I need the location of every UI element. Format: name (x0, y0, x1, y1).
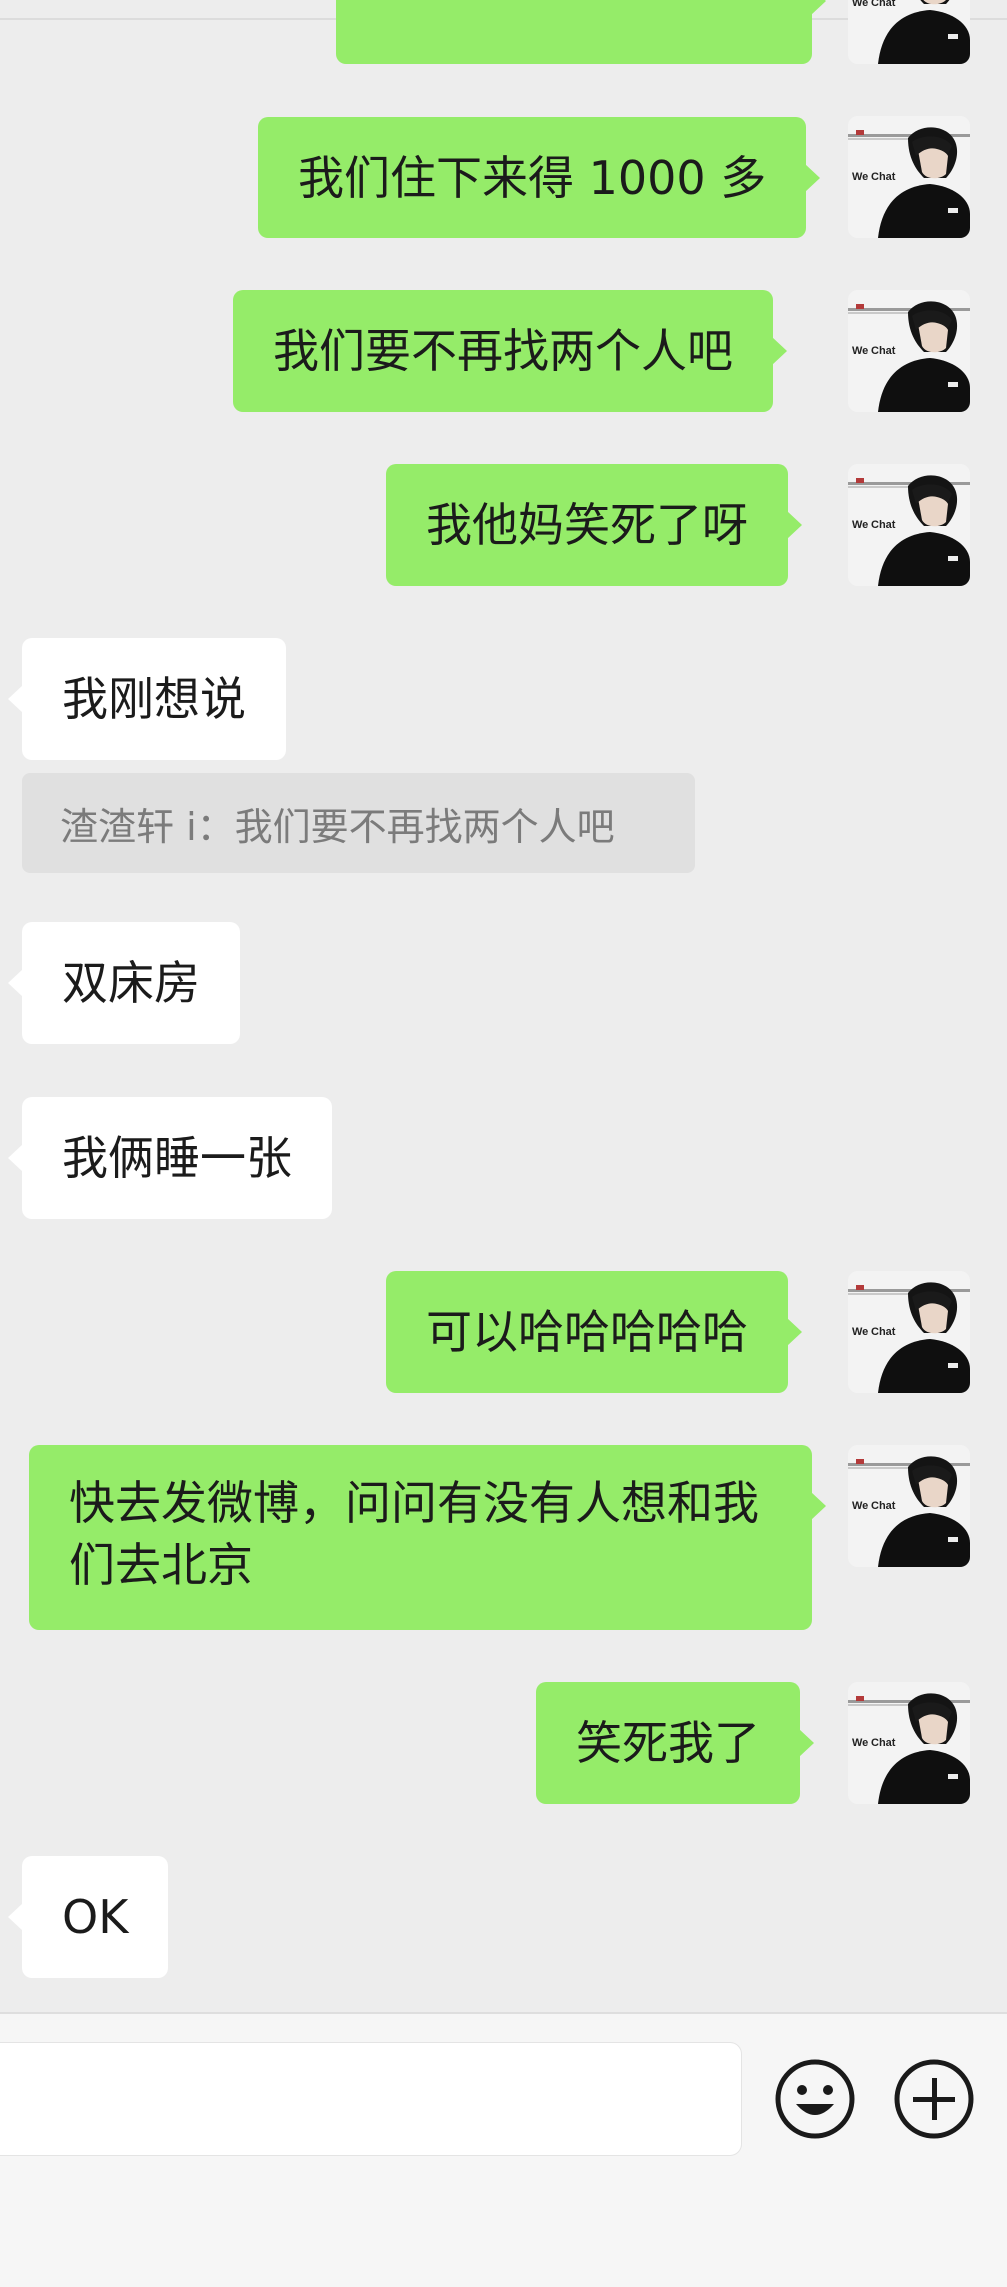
message-bubble[interactable]: 我俩睡一张 (8, 1097, 332, 1219)
message-bubble[interactable]: 我们住下来得 1000 多 (258, 117, 821, 238)
message-bubble[interactable]: 我刚想说 (8, 638, 286, 760)
chat-area[interactable]: 我们住下来得 1000 多 我们要不再找两个人吧 我他妈笑死了呀 我刚想说 渣渣… (0, 0, 1007, 2012)
message-bubble[interactable]: 我们要不再找两个人吧 (233, 290, 787, 412)
message-text: 双床房 (62, 956, 200, 1010)
message-text: 可以哈哈哈哈哈 (426, 1305, 748, 1359)
message-text: 我刚想说 (62, 672, 246, 726)
emoji-icon[interactable] (774, 2058, 856, 2140)
message-text: 快去发微博，问问有没有人想和我们去北京 (69, 1476, 759, 1592)
message-bubble-partial[interactable] (336, 0, 826, 64)
plus-icon[interactable] (893, 2058, 975, 2140)
message-bubble[interactable]: 双床房 (8, 922, 240, 1044)
avatar[interactable] (848, 116, 970, 238)
input-bar (0, 2012, 1007, 2287)
message-text: OK (62, 1890, 129, 1944)
message-text: 我他妈笑死了呀 (426, 498, 748, 552)
message-bubble[interactable]: 我他妈笑死了呀 (386, 464, 802, 586)
avatar[interactable] (848, 1445, 970, 1567)
avatar[interactable] (848, 1682, 970, 1804)
quoted-message[interactable]: 渣渣轩 i：我们要不再找两个人吧 (22, 773, 695, 873)
avatar[interactable] (848, 0, 970, 64)
avatar[interactable] (848, 1271, 970, 1393)
message-bubble[interactable]: 可以哈哈哈哈哈 (386, 1271, 802, 1393)
message-text: 我俩睡一张 (62, 1131, 292, 1185)
avatar[interactable] (848, 290, 970, 412)
message-bubble[interactable]: OK (7, 1856, 169, 1978)
message-text: 笑死我了 (576, 1716, 760, 1770)
quote-text: 渣渣轩 i：我们要不再找两个人吧 (60, 804, 615, 849)
message-input[interactable] (0, 2042, 742, 2156)
message-text: 我们住下来得 1000 多 (298, 150, 767, 205)
message-bubble[interactable]: 笑死我了 (536, 1682, 814, 1804)
message-bubble[interactable]: 快去发微博，问问有没有人想和我们去北京 (29, 1445, 826, 1630)
avatar[interactable] (848, 464, 970, 586)
message-text: 我们要不再找两个人吧 (273, 324, 733, 378)
